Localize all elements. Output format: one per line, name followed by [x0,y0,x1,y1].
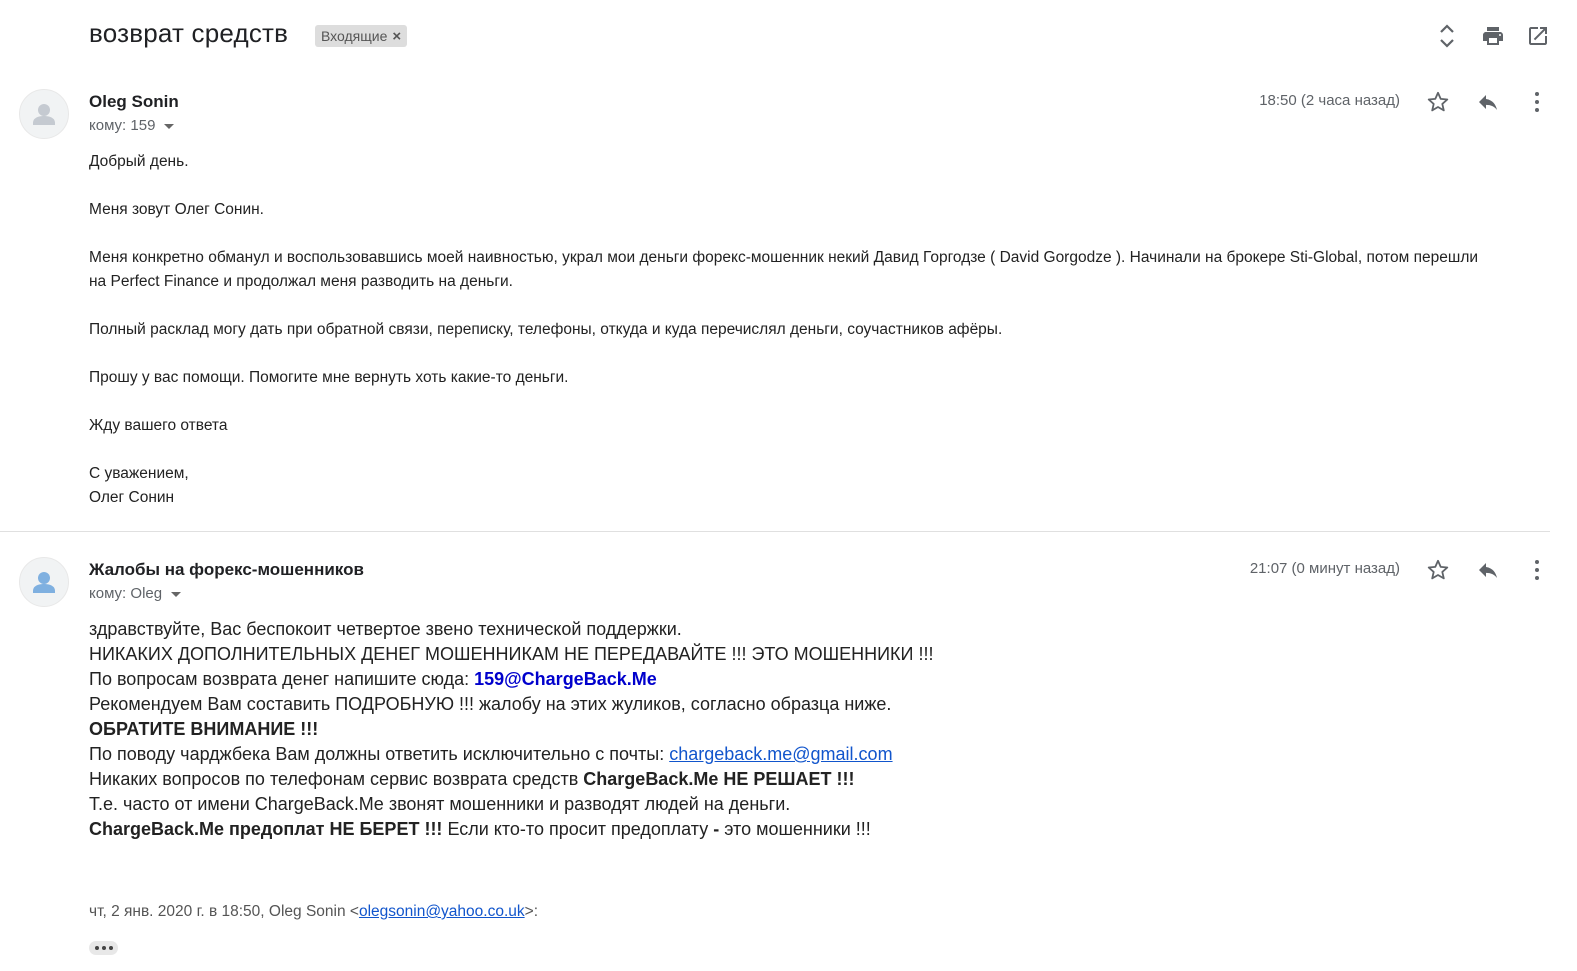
body-line: По поводу чарджбека Вам должны ответить … [89,742,1529,767]
open-in-new-window-icon[interactable] [1524,22,1552,50]
body-line: здравствуйте, Вас беспокоит четвертое зв… [89,619,682,639]
label-chip-inbox[interactable]: Входящие × [315,25,408,47]
print-icon[interactable] [1479,22,1507,50]
message-body: здравствуйте, Вас беспокоит четвертое зв… [89,617,1529,842]
sender-name[interactable]: Жалобы на форекс-мошенников [89,560,364,580]
recipient: 159 [130,117,156,134]
body-text: Никаких вопросов по телефонам сервис воз… [89,769,584,789]
body-text: По поводу чарджбека Вам должны ответить … [89,744,670,764]
signature: Олег Сонин [89,489,175,506]
label-chip-text: Входящие [321,28,388,44]
star-icon[interactable] [1424,88,1452,116]
reply-icon[interactable] [1474,88,1502,116]
body-paragraph: Меня конкретно обманул и воспользовавшис… [89,249,1479,266]
to-prefix: кому: [89,585,127,602]
recipient-line[interactable]: кому: Oleg [89,585,182,602]
ellipsis-dot [94,946,99,950]
more-options-icon[interactable] [1523,88,1551,116]
ellipsis-dot [101,946,106,950]
recipient: Oleg [130,585,163,602]
remove-label-icon[interactable]: × [392,28,401,45]
body-paragraph: С уважением, [89,465,189,482]
body-line: Никаких вопросов по телефонам сервис воз… [89,767,1529,792]
recipient-line[interactable]: кому: 159 [89,117,175,134]
body-line: Рекомендуем Вам составить ПОДРОБНУЮ !!! … [89,694,892,714]
body-line: ChargeBack.Me предоплат НЕ БЕРЕТ !!! Есл… [89,817,1529,842]
body-paragraph: Меня зовут Олег Сонин. [89,201,264,218]
body-paragraph: Полный расклад могу дать при обратной св… [89,321,1003,338]
message-timestamp: 21:07 (0 минут назад) [1249,560,1400,577]
more-options-icon[interactable] [1523,556,1551,584]
email-link[interactable]: chargeback.me@gmail.com [669,744,892,764]
body-bold-text: ChargeBack.Me предоплат НЕ БЕРЕТ !!! [89,819,443,839]
body-line: НИКАКИХ ДОПОЛНИТЕЛЬНЫХ ДЕНЕГ МОШЕННИКАМ … [89,644,934,664]
message-timestamp: 18:50 (2 часа назад) [1259,92,1400,109]
ellipsis-dot [108,946,113,950]
to-prefix: кому: [89,117,127,134]
avatar[interactable] [19,557,69,607]
body-paragraph: на Perfect Finance и продолжал меня разв… [89,273,513,290]
thread-header: возврат средств Входящие × [0,0,1577,72]
body-line: По вопросам возврата денег напишите сюда… [89,667,1529,692]
show-trimmed-content-button[interactable] [89,941,118,955]
reply-icon[interactable] [1474,556,1502,584]
body-text: это мошенники !!! [719,819,871,839]
body-paragraph: Добрый день. [89,153,189,170]
chevron-down-icon[interactable] [164,124,175,129]
quoted-email-link[interactable]: olegsonin@yahoo.co.uk [359,903,525,920]
quote-prefix: чт, 2 янв. 2020 г. в 18:50, Oleg Sonin < [89,903,359,920]
body-text: По вопросам возврата денег напишите сюда… [89,669,475,689]
body-paragraph: Жду вашего ответа [89,417,228,434]
sender-name[interactable]: Oleg Sonin [89,92,179,112]
quote-suffix: >: [524,903,538,920]
quote-attribution: чт, 2 янв. 2020 г. в 18:50, Oleg Sonin <… [89,903,538,921]
body-bold-text: ChargeBack.Me НЕ РЕШАЕТ !!! [583,769,855,789]
contact-email: 159@ChargeBack.Me [474,669,657,689]
expand-collapse-icon[interactable] [1433,22,1461,50]
message-divider [0,531,1550,532]
avatar[interactable] [19,89,69,139]
body-paragraph: Прошу у вас помощи. Помогите мне вернуть… [89,369,569,386]
thread-subject: возврат средств [89,18,289,48]
star-icon[interactable] [1424,556,1452,584]
message-body: Добрый день. Меня зовут Олег Сонин. Меня… [89,150,1549,510]
body-text: Если кто-то просит предоплату [442,819,714,839]
chevron-down-icon[interactable] [171,592,182,597]
body-line: Т.е. часто от имени ChargeBack.Me звонят… [89,794,791,814]
body-line: ОБРАТИТЕ ВНИМАНИЕ !!! [89,719,319,739]
